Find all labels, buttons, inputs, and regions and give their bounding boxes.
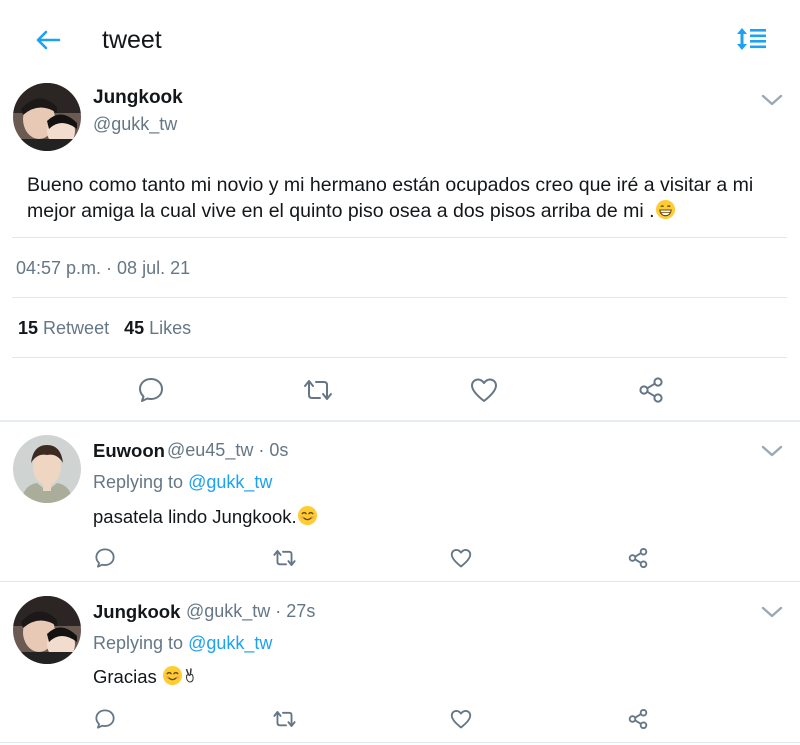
share-icon — [628, 547, 648, 569]
avatar-photo — [13, 596, 81, 664]
page-title: tweet — [102, 26, 162, 54]
likes-count: 45 — [124, 318, 145, 338]
reply-icon — [95, 709, 115, 729]
author-name[interactable]: Jungkook — [93, 87, 183, 109]
like-button[interactable] — [447, 544, 475, 572]
tweet-menu-button[interactable] — [761, 605, 783, 619]
top-bar: tweet — [0, 0, 800, 82]
section-divider — [0, 420, 800, 422]
reply-text: pasatela lindo Jungkook. — [93, 505, 318, 528]
arrow-left-icon — [36, 30, 61, 50]
victory-hand-emoji — [185, 668, 194, 683]
reply-text-body: pasatela lindo Jungkook. — [93, 506, 297, 527]
reply-button[interactable] — [91, 705, 119, 733]
tweet-text-body: Bueno como tanto mi novio y mi hermano e… — [27, 174, 754, 222]
reply-button[interactable] — [133, 372, 169, 408]
retweet-count: 15 — [18, 318, 39, 338]
divider — [12, 357, 787, 358]
heart-icon — [450, 549, 472, 568]
back-button[interactable] — [30, 24, 66, 56]
share-button[interactable] — [624, 705, 652, 733]
divider — [0, 742, 800, 743]
avatar[interactable] — [13, 596, 81, 664]
share-icon — [628, 708, 648, 730]
like-button[interactable] — [466, 372, 502, 408]
sort-button[interactable] — [736, 26, 772, 56]
author-handle[interactable]: @gukk_tw — [93, 114, 177, 135]
avatar[interactable] — [13, 83, 81, 151]
heart-icon — [471, 378, 497, 402]
reply-author-name[interactable]: Euwoon — [93, 440, 165, 462]
tweet-menu-button[interactable] — [761, 93, 783, 107]
retweet-icon — [272, 550, 296, 566]
smiling-face-emoji — [297, 505, 317, 526]
reply-icon — [95, 548, 115, 568]
retweet-button[interactable] — [270, 544, 298, 572]
like-button[interactable] — [447, 705, 475, 733]
replying-prefix: Replying to — [93, 633, 184, 653]
share-button[interactable] — [624, 544, 652, 572]
retweet-icon — [272, 711, 296, 727]
reply-text-body: Gracias — [93, 666, 162, 687]
divider — [12, 237, 787, 238]
divider — [0, 581, 800, 582]
divider — [12, 297, 787, 298]
replying-prefix: Replying to — [93, 472, 184, 492]
retweet-icon — [304, 380, 332, 400]
replying-to: Replying to @gukk_tw — [93, 633, 272, 654]
reply-text: Gracias — [93, 665, 199, 688]
tweet-menu-button[interactable] — [761, 444, 783, 458]
replying-to: Replying to @gukk_tw — [93, 472, 272, 493]
likes-count-link[interactable]: 45 Likes — [124, 318, 191, 338]
chevron-down-icon — [761, 94, 783, 106]
tweet-stats: 15 Retweet 45 Likes — [18, 318, 201, 339]
chevron-down-icon — [761, 606, 783, 618]
sort-lines-icon — [737, 28, 766, 50]
replying-handle-link[interactable]: @gukk_tw — [188, 472, 272, 492]
smiling-face-emoji — [162, 665, 182, 686]
retweet-label: Retweet — [43, 318, 110, 338]
reply-meta: @eu45_tw · 0s — [167, 440, 289, 460]
retweet-count-link[interactable]: 15 Retweet — [18, 318, 109, 338]
avatar-photo — [13, 435, 81, 503]
grinning-face-emoji — [655, 199, 675, 220]
reply-button[interactable] — [91, 544, 119, 572]
avatar-photo — [13, 83, 81, 151]
heart-icon — [450, 710, 472, 729]
share-icon — [639, 377, 663, 403]
retweet-button[interactable] — [300, 372, 336, 408]
tweet-text: Bueno como tanto mi novio y mi hermano e… — [27, 172, 772, 224]
reply-author-name[interactable]: Jungkook — [93, 601, 180, 623]
share-button[interactable] — [633, 372, 669, 408]
chevron-down-icon — [761, 445, 783, 457]
replying-handle-link[interactable]: @gukk_tw — [188, 633, 272, 653]
reply-icon — [139, 378, 163, 402]
avatar[interactable] — [13, 435, 81, 503]
likes-label: Likes — [149, 318, 192, 338]
tweet-timestamp: 04:57 p.m. · 08 jul. 21 — [16, 258, 191, 278]
retweet-button[interactable] — [270, 705, 298, 733]
reply-meta: @gukk_tw · 27s — [186, 601, 316, 621]
